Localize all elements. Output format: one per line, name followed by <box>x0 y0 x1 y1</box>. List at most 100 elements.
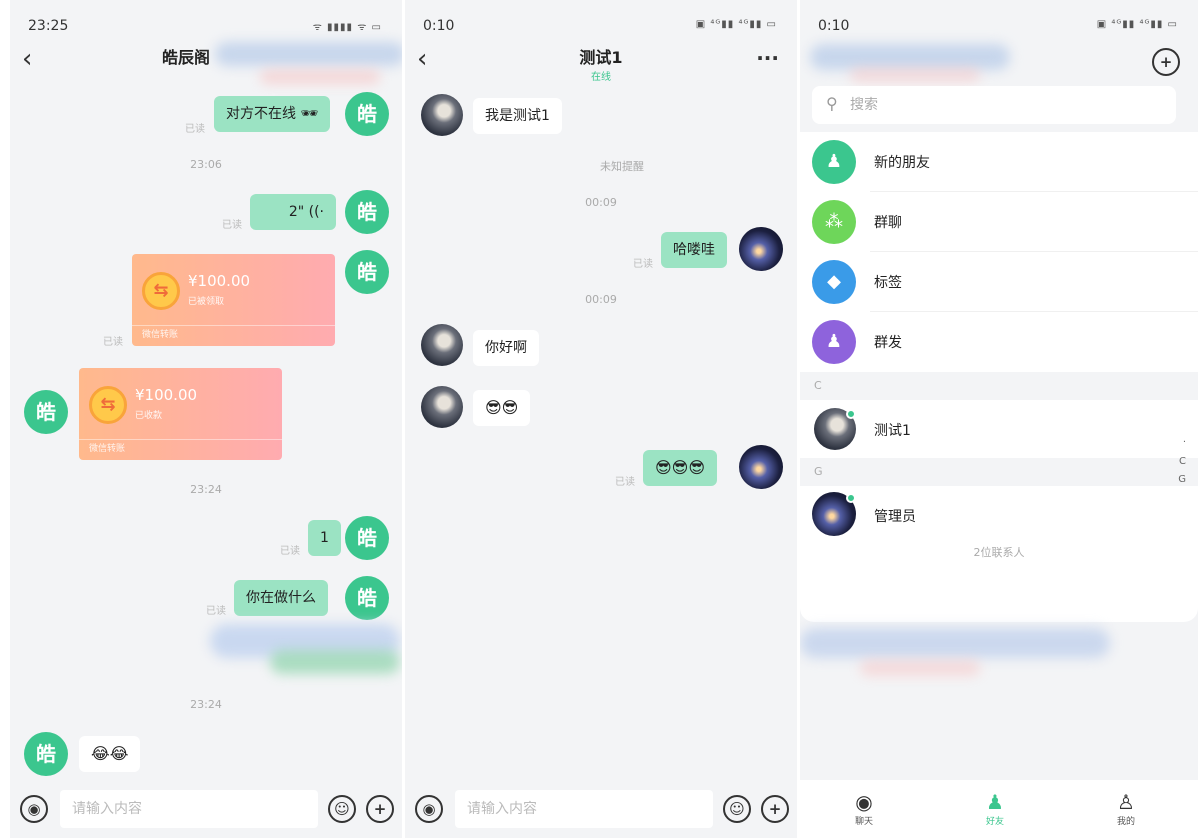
tag-icon: ◆ <box>812 260 856 304</box>
index-c[interactable]: C <box>1179 456 1186 467</box>
contact-list-c: 测试1 <box>800 400 1198 458</box>
blurred-message-mask <box>270 650 400 674</box>
feature-new-friends[interactable]: ♟ 新的朋友 <box>800 132 1198 192</box>
search-input[interactable] <box>850 86 1150 124</box>
timestamp: 23:24 <box>190 483 222 496</box>
message-bubble[interactable]: 你好啊 <box>473 330 539 366</box>
avatar[interactable]: 皓 <box>345 92 389 136</box>
contact-avatar[interactable] <box>421 324 463 366</box>
index-dot[interactable]: . <box>1183 434 1186 445</box>
avatar[interactable]: 皓 <box>345 250 389 294</box>
read-receipt: 已读 <box>185 124 205 135</box>
status-bar: 0:10 ▣ ⁴ᴳ▮▮ ⁴ᴳ▮▮ ▭ <box>800 0 1198 42</box>
timestamp: 23:06 <box>190 158 222 171</box>
emoji-icon[interactable]: ☺ <box>328 795 356 823</box>
transfer-card[interactable]: ⇆ ¥100.00 已被领取 微信转账 <box>132 254 335 346</box>
contacts-header: + <box>800 38 1198 82</box>
feature-broadcast[interactable]: ♟ 群发 <box>800 312 1198 372</box>
tab-chat[interactable]: ◉ 聊天 <box>834 790 894 827</box>
status-time: 23:25 <box>28 18 69 34</box>
friends-icon: ♟ <box>986 790 1004 814</box>
emoji-icon[interactable]: ☺ <box>723 795 751 823</box>
avatar[interactable]: 皓 <box>24 390 68 434</box>
feature-group-chat[interactable]: ⁂ 群聊 <box>800 192 1198 252</box>
read-receipt: 已读 <box>280 546 300 557</box>
my-avatar[interactable] <box>739 445 783 489</box>
input-bar: ◉ ☺ + <box>10 780 402 838</box>
emoji-message-bubble[interactable]: 😎😎😎 <box>643 450 718 486</box>
status-icons: ▣ ⁴ᴳ▮▮ ⁴ᴳ▮▮ ▭ <box>695 19 777 30</box>
message-bubble[interactable]: 哈喽哇 <box>661 232 727 268</box>
chat-panel-test1: 0:10 ▣ ⁴ᴳ▮▮ ⁴ᴳ▮▮ ▭ ‹ 测试1 在线 ··· 我是测试1 未知… <box>405 0 797 838</box>
search-box[interactable]: ⚲ <box>812 86 1176 124</box>
message-bubble[interactable]: 1 <box>308 520 341 556</box>
timestamp: 00:09 <box>585 196 617 209</box>
transfer-card[interactable]: ⇆ ¥100.00 已收款 微信转账 <box>79 368 282 460</box>
index-g[interactable]: G <box>1178 474 1186 485</box>
plus-icon[interactable]: + <box>761 795 789 823</box>
message-bubble[interactable]: 我是测试1 <box>473 98 562 134</box>
blurred-title-mask <box>215 42 402 66</box>
message-bubble[interactable]: 对方不在线 🕶 <box>214 96 331 132</box>
voice-input-icon[interactable]: ◉ <box>415 795 443 823</box>
contact-row[interactable]: 管理员 <box>800 486 1198 544</box>
plus-icon[interactable]: + <box>366 795 394 823</box>
avatar[interactable]: 皓 <box>345 190 389 234</box>
avatar[interactable]: 皓 <box>345 516 389 560</box>
contact-avatar[interactable] <box>421 94 463 136</box>
online-dot <box>846 409 856 419</box>
contact-list-g: 管理员 2位联系人 <box>800 486 1198 622</box>
voice-message-bubble[interactable]: 2" ((· <box>250 194 336 230</box>
search-icon: ⚲ <box>826 94 838 113</box>
broadcast-icon: ♟ <box>812 320 856 364</box>
my-avatar[interactable] <box>739 227 783 271</box>
chat-title: 测试1 <box>579 48 623 67</box>
new-friend-icon: ♟ <box>812 140 856 184</box>
message-input[interactable] <box>60 790 318 828</box>
status-time: 0:10 <box>818 18 850 34</box>
emoji-message-bubble[interactable]: 😎😎 <box>473 390 531 426</box>
emoji-message-bubble[interactable]: 😂😂 <box>79 736 141 772</box>
input-bar: ◉ ☺ + <box>405 780 797 838</box>
blurred-title-mask <box>810 44 1010 70</box>
contact-avatar[interactable] <box>421 386 463 428</box>
transfer-state: 已收款 <box>135 411 163 421</box>
transfer-amount: ¥100.00 <box>188 272 251 290</box>
contact-count: 2位联系人 <box>973 546 1025 559</box>
bottom-tab-bar: ◉ 聊天 ♟ 好友 ♙ 我的 <box>800 780 1198 838</box>
message-input[interactable] <box>455 790 713 828</box>
profile-icon: ♙ <box>1117 790 1135 814</box>
avatar[interactable]: 皓 <box>24 732 68 776</box>
feature-list: ♟ 新的朋友 ⁂ 群聊 ◆ 标签 ♟ 群发 <box>800 132 1198 372</box>
add-contact-icon[interactable]: + <box>1152 48 1180 76</box>
online-status: 在线 <box>591 72 611 83</box>
status-time: 0:10 <box>423 18 455 34</box>
more-icon[interactable]: ··· <box>756 46 779 70</box>
timestamp: 00:09 <box>585 293 617 306</box>
chat-header: ‹ 测试1 在线 ··· <box>405 38 797 83</box>
tab-friends[interactable]: ♟ 好友 <box>965 790 1025 827</box>
message-bubble[interactable]: 你在做什么 <box>234 580 328 616</box>
group-chat-icon: ⁂ <box>812 200 856 244</box>
chat-bubble-icon: ◉ <box>855 790 873 814</box>
transfer-icon: ⇆ <box>142 272 180 310</box>
avatar[interactable]: 皓 <box>345 576 389 620</box>
blurred-ad-mask <box>800 628 1110 658</box>
read-receipt: 已读 <box>615 477 635 488</box>
blurred-ad-mask <box>860 660 980 676</box>
voice-input-icon[interactable]: ◉ <box>20 795 48 823</box>
status-icons: ▣ ⁴ᴳ▮▮ ⁴ᴳ▮▮ ▭ <box>1096 19 1178 30</box>
system-tip: 未知提醒 <box>600 160 644 173</box>
transfer-icon: ⇆ <box>89 386 127 424</box>
read-receipt: 已读 <box>206 606 226 617</box>
read-receipt: 已读 <box>633 259 653 270</box>
feature-tags[interactable]: ◆ 标签 <box>800 252 1198 312</box>
transfer-amount: ¥100.00 <box>135 386 198 404</box>
timestamp: 23:24 <box>190 698 222 711</box>
transfer-footer: 微信转账 <box>89 444 126 454</box>
contacts-panel: 0:10 ▣ ⁴ᴳ▮▮ ⁴ᴳ▮▮ ▭ + ⚲ ♟ 新的朋友 ⁂ 群聊 ◆ 标签 … <box>800 0 1198 838</box>
read-receipt: 已读 <box>222 220 242 231</box>
contact-row[interactable]: 测试1 <box>800 400 1198 458</box>
blurred-title-mask <box>850 68 980 82</box>
tab-me[interactable]: ♙ 我的 <box>1096 790 1156 827</box>
